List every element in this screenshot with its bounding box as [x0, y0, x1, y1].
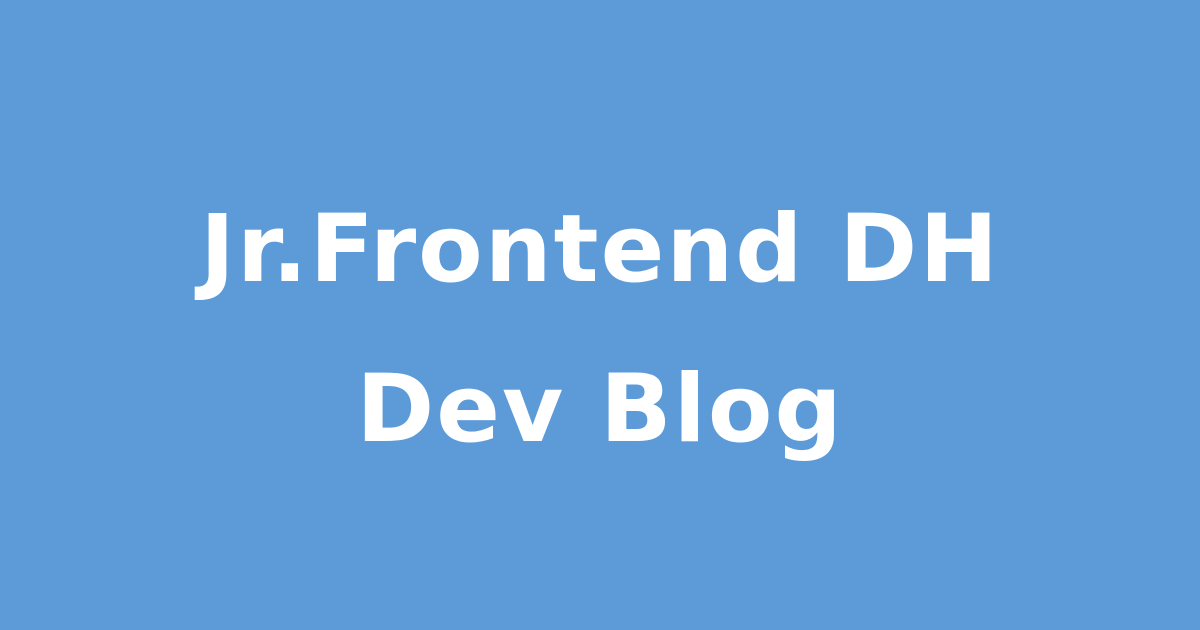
blog-title: Jr.Frontend DH Dev Blog — [0, 170, 1200, 490]
title-line-1: Jr.Frontend DH — [199, 195, 1000, 304]
title-line-2: Dev Blog — [356, 355, 844, 464]
og-image-card: Jr.Frontend DH Dev Blog — [0, 0, 1200, 630]
